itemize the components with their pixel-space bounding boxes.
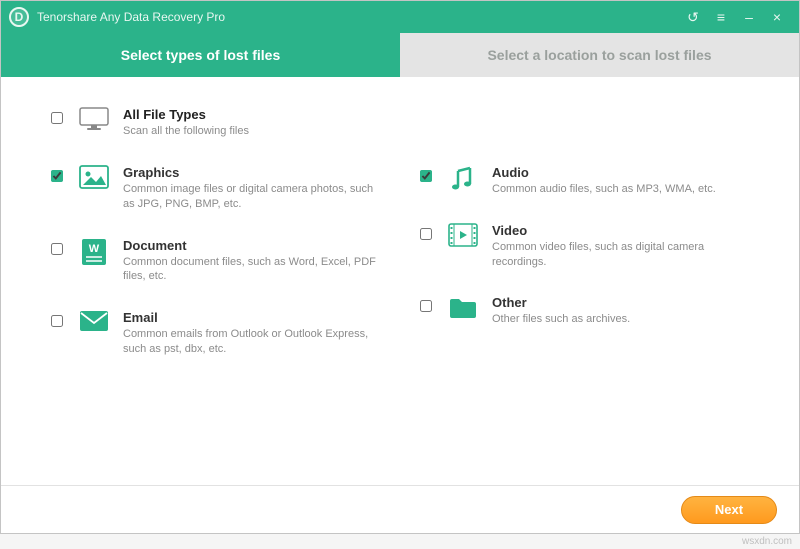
filetype-email: Email Common emails from Outlook or Outl… <box>51 310 380 357</box>
app-title: Tenorshare Any Data Recovery Pro <box>37 10 225 24</box>
document-icon: W <box>75 238 113 266</box>
filetype-video: Video Common video files, such as digita… <box>420 223 749 270</box>
footer: Next <box>1 485 799 533</box>
content-area: All File Types Scan all the following fi… <box>1 77 799 485</box>
filetype-video-desc: Common video files, such as digital came… <box>492 240 749 270</box>
filetype-graphics-desc: Common image files or digital camera pho… <box>123 182 380 212</box>
filetype-document: W Document Common document files, such a… <box>51 238 380 285</box>
watermark: wsxdn.com <box>742 536 792 547</box>
app-logo-icon: D <box>9 7 29 27</box>
step-tabs: Select types of lost files Select a loca… <box>1 33 799 77</box>
close-button[interactable]: × <box>763 6 791 28</box>
history-icon[interactable]: ↺ <box>679 6 707 28</box>
next-button[interactable]: Next <box>681 496 777 524</box>
checkbox-document[interactable] <box>51 243 63 255</box>
audio-icon <box>444 165 482 193</box>
filetype-other-desc: Other files such as archives. <box>492 312 749 327</box>
tab-select-types-label: Select types of lost files <box>121 47 281 63</box>
filetype-graphics-title: Graphics <box>123 165 380 180</box>
filetype-audio-title: Audio <box>492 165 749 180</box>
filetype-email-title: Email <box>123 310 380 325</box>
filetype-all-title: All File Types <box>123 107 749 122</box>
filetype-audio: Audio Common audio files, such as MP3, W… <box>420 165 749 197</box>
minimize-button[interactable]: – <box>735 6 763 28</box>
svg-text:W: W <box>89 243 100 255</box>
tab-select-types[interactable]: Select types of lost files <box>1 33 400 77</box>
tab-select-location-label: Select a location to scan lost files <box>487 47 711 63</box>
image-icon <box>75 165 113 189</box>
folder-icon <box>444 295 482 319</box>
tab-select-location[interactable]: Select a location to scan lost files <box>400 33 799 77</box>
titlebar: D Tenorshare Any Data Recovery Pro ↺ ≡ –… <box>1 1 799 33</box>
app-window: D Tenorshare Any Data Recovery Pro ↺ ≡ –… <box>0 0 800 534</box>
filetype-other: Other Other files such as archives. <box>420 295 749 327</box>
menu-icon[interactable]: ≡ <box>707 6 735 28</box>
filetype-other-title: Other <box>492 295 749 310</box>
email-icon <box>75 310 113 332</box>
filetype-all-desc: Scan all the following files <box>123 124 749 139</box>
filetype-video-title: Video <box>492 223 749 238</box>
filetype-email-desc: Common emails from Outlook or Outlook Ex… <box>123 327 380 357</box>
filetype-document-title: Document <box>123 238 380 253</box>
filetype-graphics: Graphics Common image files or digital c… <box>51 165 380 212</box>
checkbox-other[interactable] <box>420 300 432 312</box>
checkbox-audio[interactable] <box>420 170 432 182</box>
filetype-audio-desc: Common audio files, such as MP3, WMA, et… <box>492 182 749 197</box>
video-icon <box>444 223 482 247</box>
monitor-icon <box>75 107 113 131</box>
filetype-all: All File Types Scan all the following fi… <box>51 107 749 139</box>
checkbox-email[interactable] <box>51 315 63 327</box>
checkbox-graphics[interactable] <box>51 170 63 182</box>
checkbox-all[interactable] <box>51 112 63 124</box>
filetype-document-desc: Common document files, such as Word, Exc… <box>123 255 380 285</box>
checkbox-video[interactable] <box>420 228 432 240</box>
